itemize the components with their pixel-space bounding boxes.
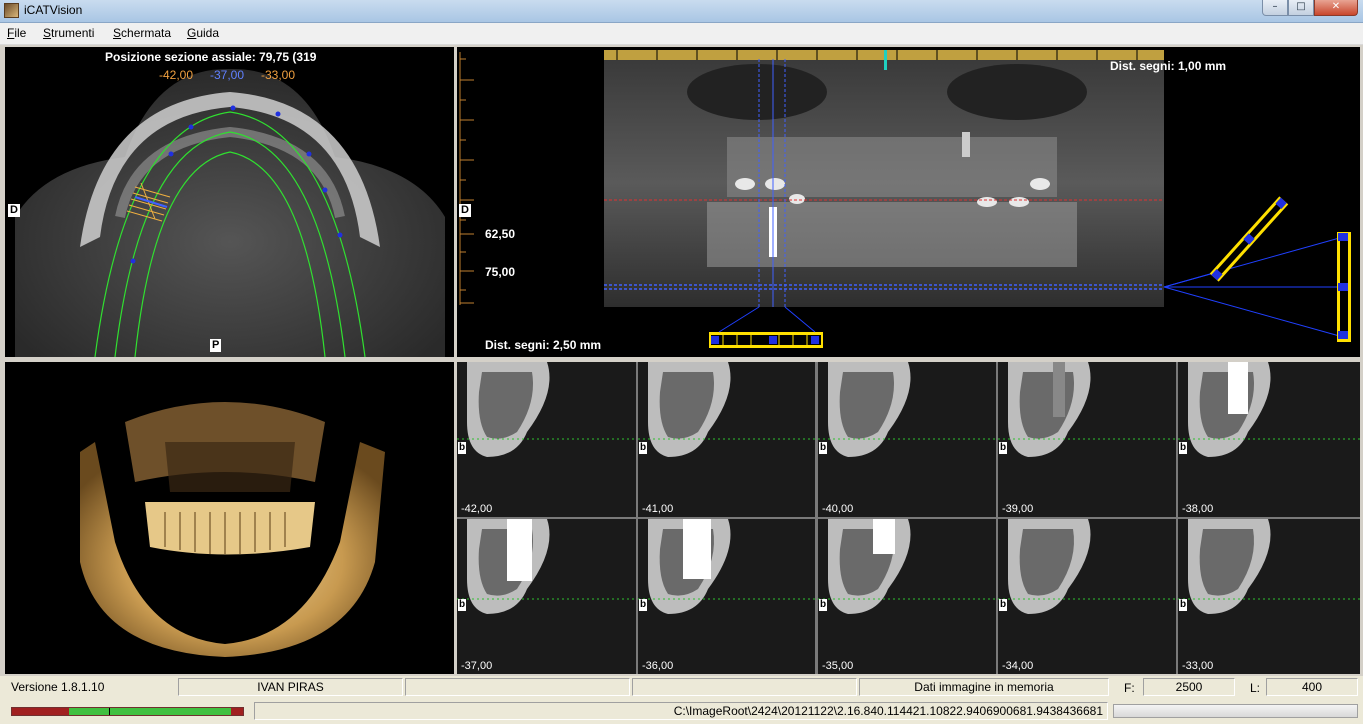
- minimize-button[interactable]: –: [1262, 0, 1288, 16]
- status-field-empty-2: [632, 678, 857, 696]
- close-button[interactable]: ✕: [1314, 0, 1358, 16]
- image-path-field: C:\ImageRoot\2424\20121122\2.16.840.1144…: [254, 702, 1108, 720]
- status-bar: Versione 1.8.1.10 IVAN PIRAS Dati immagi…: [0, 676, 1363, 724]
- axial-marker-bottom: P: [210, 339, 222, 352]
- cross-section-thumb[interactable]: b -39,00: [998, 362, 1176, 517]
- memory-status-field: Dati immagine in memoria: [859, 678, 1109, 696]
- f-value-field: 2500: [1143, 678, 1235, 696]
- axial-coord-2: -37,00: [210, 68, 245, 82]
- maximize-button[interactable]: □: [1288, 0, 1314, 16]
- thumb-value: -34,00: [1002, 660, 1034, 672]
- panoramic-view[interactable]: Dist. segni: 1,00 mm Dist. segni: 2,50 m…: [457, 47, 1360, 357]
- cross-section-thumb-selected[interactable]: b -37,00: [457, 519, 636, 674]
- thumb-marker: b: [819, 442, 828, 454]
- thumb-value: -35,00: [822, 660, 854, 672]
- ruler-value-1: 62,50: [485, 227, 516, 241]
- thumb-value: -42,00: [461, 503, 493, 515]
- thumb-value: -33,00: [1182, 660, 1214, 672]
- thumb-value: -41,00: [642, 503, 674, 515]
- menu-bar: File Strumenti Schermata Guida: [0, 23, 1363, 45]
- cross-section-thumb[interactable]: b -33,00: [1178, 519, 1360, 674]
- thumb-value: -40,00: [822, 503, 854, 515]
- thumb-marker: b: [1179, 442, 1188, 454]
- load-progress-bar: [11, 707, 244, 716]
- panoramic-image: [459, 50, 1351, 348]
- axial-position-label: Posizione sezione assiale: 79,75 (319: [105, 50, 317, 64]
- cross-section-grid: b -42,00 b -41,00 b -40,00 b -39,00 b -3…: [457, 362, 1360, 674]
- cross-section-image: [818, 362, 996, 517]
- f-label: F:: [1124, 681, 1135, 695]
- thumb-marker: b: [819, 599, 828, 611]
- thumb-value: -39,00: [1002, 503, 1034, 515]
- cross-section-thumb[interactable]: b -41,00: [638, 362, 815, 517]
- cross-section-thumb[interactable]: b -35,00: [818, 519, 996, 674]
- menu-file[interactable]: File: [7, 26, 26, 40]
- thumb-value: -38,00: [1182, 503, 1214, 515]
- thumb-marker: b: [458, 442, 467, 454]
- thumb-marker: b: [999, 442, 1008, 454]
- cross-section-image: [638, 519, 815, 674]
- axial-marker-left: D: [8, 204, 20, 217]
- secondary-progress-bar: [1113, 704, 1358, 718]
- cross-section-image: [638, 362, 815, 517]
- 3d-view[interactable]: [5, 362, 454, 674]
- cross-section-thumb[interactable]: b -42,00: [457, 362, 636, 517]
- axial-image: [15, 68, 445, 357]
- l-value-field: 400: [1266, 678, 1358, 696]
- axial-coord-1: -42,00: [159, 68, 194, 82]
- cross-section-image: [457, 519, 636, 674]
- title-bar: iCATVision – □ ✕: [0, 0, 1363, 23]
- 3d-skull-image: [80, 402, 385, 657]
- l-label: L:: [1250, 681, 1261, 695]
- panoramic-marker-left: D: [459, 204, 471, 217]
- version-label: Versione 1.8.1.10: [11, 680, 105, 694]
- cross-section-image: [1178, 362, 1360, 517]
- axial-coord-3: -33,00: [261, 68, 296, 82]
- cross-section-thumb[interactable]: b -38,00: [1178, 362, 1360, 517]
- cross-section-image: [818, 519, 996, 674]
- axial-view[interactable]: Posizione sezione assiale: 79,75 (319 -4…: [5, 47, 454, 357]
- menu-schermata[interactable]: Schermata: [113, 26, 171, 40]
- cross-section-image: [1178, 519, 1360, 674]
- ruler-value-2: 75,00: [485, 265, 516, 279]
- menu-guida[interactable]: Guida: [187, 26, 219, 40]
- patient-name-field: IVAN PIRAS: [178, 678, 403, 696]
- dist-bottom-label: Dist. segni: 2,50 mm: [485, 338, 602, 352]
- thumb-marker: b: [639, 442, 648, 454]
- thumb-value: -37,00: [461, 660, 493, 672]
- status-field-empty-1: [405, 678, 630, 696]
- cross-section-image: [998, 362, 1176, 517]
- cross-section-thumb[interactable]: b -34,00: [998, 519, 1176, 674]
- cross-section-thumb[interactable]: b -36,00: [638, 519, 815, 674]
- cross-section-thumb[interactable]: b -40,00: [818, 362, 996, 517]
- thumb-marker: b: [458, 599, 467, 611]
- thumb-marker: b: [639, 599, 648, 611]
- app-icon: [4, 3, 19, 18]
- window-title: iCATVision: [24, 3, 83, 17]
- menu-strumenti[interactable]: Strumenti: [43, 26, 94, 40]
- cross-section-image: [998, 519, 1176, 674]
- thumb-marker: b: [1179, 599, 1188, 611]
- dist-top-label: Dist. segni: 1,00 mm: [1110, 59, 1227, 73]
- cross-section-image: [457, 362, 636, 517]
- thumb-marker: b: [999, 599, 1008, 611]
- thumb-value: -36,00: [642, 660, 674, 672]
